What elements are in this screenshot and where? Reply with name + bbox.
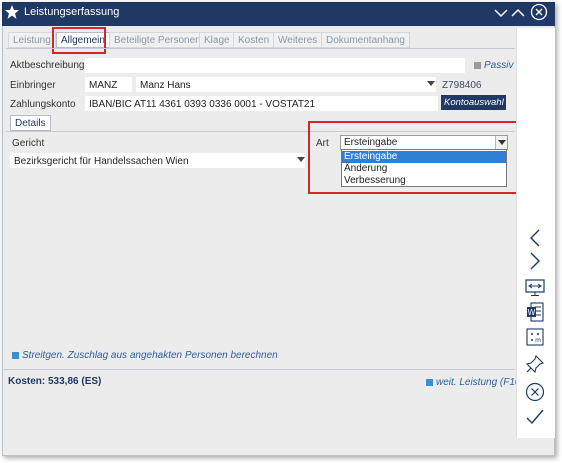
star-icon (4, 4, 20, 20)
tab-divider (6, 48, 515, 49)
chevron-up-icon[interactable] (511, 6, 525, 20)
aktbeschreibung-label: Aktbeschreibung (10, 60, 85, 71)
chevron-right-icon[interactable] (526, 251, 544, 271)
kontoauswahl-label: Kontoauswahl (444, 97, 504, 108)
footer-divider (4, 369, 515, 370)
window-title: Leistungserfassung (24, 6, 120, 18)
einbringer-code-input[interactable]: MANZ (85, 77, 132, 92)
art-option-verbesserung[interactable]: Verbesserung (342, 175, 506, 187)
tab-beteiligte-personen[interactable]: Beteiligte Personen (109, 32, 206, 48)
tab-kosten[interactable]: Kosten (233, 32, 275, 48)
chevron-down-icon[interactable] (494, 6, 508, 20)
svg-text:W: W (528, 308, 536, 317)
svg-text:m: m (535, 337, 541, 344)
zahlungskonto-input[interactable]: IBAN/BIC AT11 4361 0393 0336 0001 - VOST… (85, 96, 438, 111)
tab-details[interactable]: Details (10, 115, 51, 131)
art-label: Art (316, 138, 329, 149)
checkmark-icon[interactable] (524, 406, 546, 428)
monitor-icon[interactable] (524, 278, 546, 298)
einbringer-number: Z798406 (442, 80, 482, 91)
streitgen-label[interactable]: Streitgen. Zuschlag aus angehakten Perso… (22, 350, 278, 361)
gericht-label: Gericht (12, 138, 45, 149)
pin-icon[interactable] (524, 353, 546, 375)
zahlungskonto-label: Zahlungskonto (10, 99, 76, 110)
gericht-select[interactable]: Bezirksgericht für Handelssachen Wien (10, 153, 305, 168)
gericht-dropdown-icon[interactable] (296, 155, 305, 165)
word-document-icon[interactable]: W (524, 301, 546, 323)
kontoauswahl-button[interactable]: Kontoauswahl (441, 95, 506, 110)
art-dropdown-list: Ersteingabe Änderung Verbesserung (341, 149, 507, 187)
chevron-left-icon[interactable] (526, 228, 544, 248)
weit-leistung-label[interactable]: weit. Leistung (F10) (436, 377, 524, 388)
streitgen-checkbox[interactable] (12, 352, 19, 359)
aktbeschreibung-input[interactable] (85, 58, 465, 73)
passiv-label[interactable]: Passiv (484, 60, 513, 71)
art-select[interactable]: Ersteingabe (340, 135, 508, 150)
art-option-ersteingabe[interactable]: Ersteingabe (342, 151, 506, 163)
close-icon[interactable] (530, 3, 548, 21)
tab-dokumentanhang[interactable]: Dokumentanhang (321, 32, 410, 48)
weit-leistung-checkbox[interactable] (426, 379, 433, 386)
einbringer-name-input[interactable]: Manz Hans (136, 77, 436, 92)
kosten-summary: Kosten: 533,86 (ES) (8, 376, 102, 387)
cancel-icon[interactable] (524, 381, 546, 403)
passiv-checkbox[interactable] (474, 62, 481, 69)
calculator-icon[interactable]: m (524, 326, 546, 348)
tab-leistung[interactable]: Leistung (8, 32, 56, 48)
einbringer-label: Einbringer (10, 80, 56, 91)
highlight-box-tab (52, 27, 106, 54)
einbringer-dropdown-icon[interactable] (426, 79, 435, 89)
tab-klage[interactable]: Klage (199, 32, 235, 48)
tab-weiteres[interactable]: Weiteres (273, 32, 323, 48)
art-option-aenderung[interactable]: Änderung (342, 163, 506, 175)
art-dropdown-icon[interactable] (495, 136, 507, 149)
